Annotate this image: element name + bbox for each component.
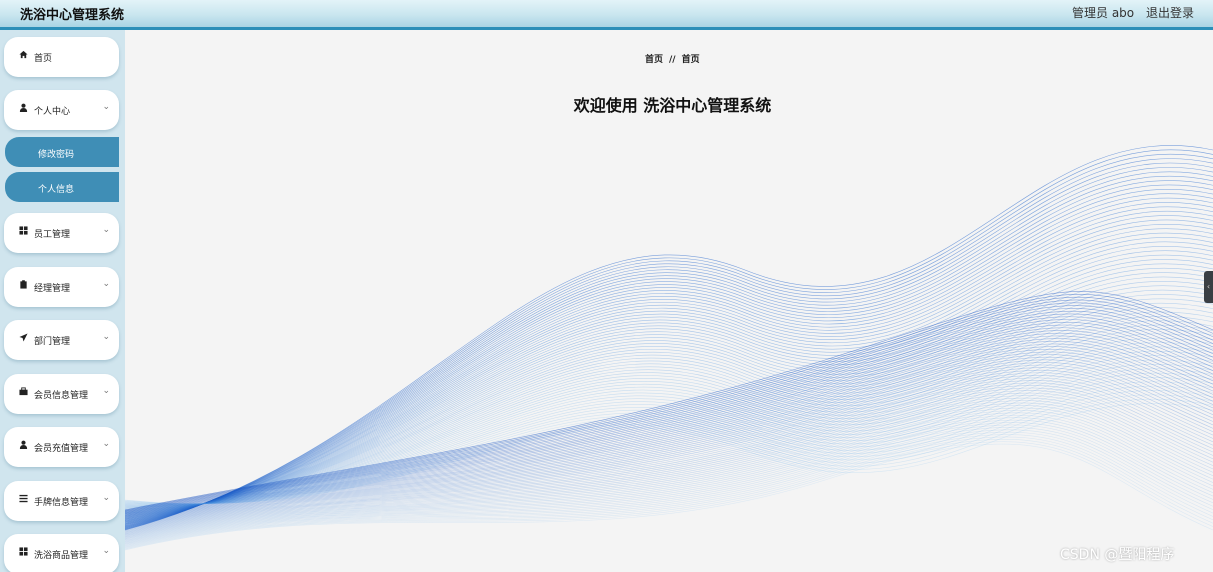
chevron-down-icon: ⌄ bbox=[102, 225, 110, 235]
list-icon bbox=[18, 494, 28, 506]
clipboard-icon bbox=[18, 280, 28, 292]
sidebar-item-personal-center[interactable]: 个人中心 ⌄ bbox=[4, 90, 119, 130]
sidebar-item-label: 会员信息管理 bbox=[34, 391, 89, 401]
grid-icon bbox=[18, 226, 28, 238]
sidebar-item-staff[interactable]: 员工管理 ⌄ bbox=[4, 213, 119, 253]
welcome-title: 欢迎使用 洗浴中心管理系统 bbox=[573, 96, 772, 115]
sidebar-item-bath-products[interactable]: 洗浴商品管理 ⌄ bbox=[4, 534, 119, 572]
sidebar-item-label: 手牌信息管理 bbox=[34, 498, 89, 508]
grid-icon bbox=[18, 547, 28, 559]
top-bar: 洗浴中心管理系统 管理员 abo 退出登录 bbox=[0, 0, 1213, 30]
paper-plane-icon bbox=[18, 333, 28, 345]
sidebar: 首页 个人中心 ⌄ 修改密码 个人信息 员工管理 ⌄ 经理管理 ⌄ 部门管理 ⌄ bbox=[0, 30, 125, 572]
collapse-handle[interactable]: ‹ bbox=[1204, 271, 1213, 303]
sidebar-item-departments[interactable]: 部门管理 ⌄ bbox=[4, 320, 119, 360]
breadcrumb-current: 首页 bbox=[681, 55, 700, 65]
sidebar-item-label: 部门管理 bbox=[34, 337, 71, 347]
sidebar-item-label: 员工管理 bbox=[34, 230, 71, 240]
chevron-down-icon: ⌄ bbox=[102, 439, 110, 449]
chevron-down-icon: ⌄ bbox=[102, 386, 110, 396]
sidebar-item-label: 洗浴商品管理 bbox=[34, 551, 89, 561]
breadcrumb: 首页 // 首页 bbox=[645, 52, 700, 65]
chevron-down-icon: ⌄ bbox=[102, 332, 110, 342]
sidebar-item-label: 经理管理 bbox=[34, 284, 71, 294]
chevron-down-icon: ⌄ bbox=[102, 546, 110, 556]
main-content: 首页 // 首页 欢迎使用 洗浴中心管理系统 bbox=[125, 30, 1213, 572]
subitem-personal-info[interactable]: 个人信息 bbox=[5, 172, 119, 202]
breadcrumb-separator: // bbox=[669, 55, 676, 65]
sidebar-item-label: 个人中心 bbox=[34, 107, 71, 117]
subitem-label: 修改密码 bbox=[38, 150, 75, 160]
sidebar-item-member-info[interactable]: 会员信息管理 ⌄ bbox=[4, 374, 119, 414]
chevron-down-icon: ⌄ bbox=[102, 493, 110, 503]
sidebar-item-label: 会员充值管理 bbox=[34, 444, 89, 454]
sidebar-item-home[interactable]: 首页 bbox=[4, 37, 119, 77]
user-icon bbox=[18, 440, 28, 452]
sidebar-item-label: 首页 bbox=[34, 54, 53, 64]
watermark-text: CSDN @暨阳程序 bbox=[1060, 547, 1175, 563]
user-icon bbox=[18, 103, 28, 115]
app-title: 洗浴中心管理系统 bbox=[20, 8, 125, 23]
sidebar-item-hand-tag[interactable]: 手牌信息管理 ⌄ bbox=[4, 481, 119, 521]
sidebar-item-member-recharge[interactable]: 会员充值管理 ⌄ bbox=[4, 427, 119, 467]
admin-user-label: 管理员 abo bbox=[1072, 6, 1135, 20]
chevron-down-icon: ⌄ bbox=[102, 102, 110, 112]
chevron-down-icon: ⌄ bbox=[102, 279, 110, 289]
logout-button[interactable]: 退出登录 bbox=[1146, 4, 1194, 21]
sidebar-item-managers[interactable]: 经理管理 ⌄ bbox=[4, 267, 119, 307]
subitem-label: 个人信息 bbox=[38, 185, 75, 195]
subitem-change-password[interactable]: 修改密码 bbox=[5, 137, 119, 167]
home-icon bbox=[18, 50, 28, 62]
breadcrumb-home[interactable]: 首页 bbox=[645, 55, 663, 65]
briefcase-icon bbox=[18, 387, 28, 399]
